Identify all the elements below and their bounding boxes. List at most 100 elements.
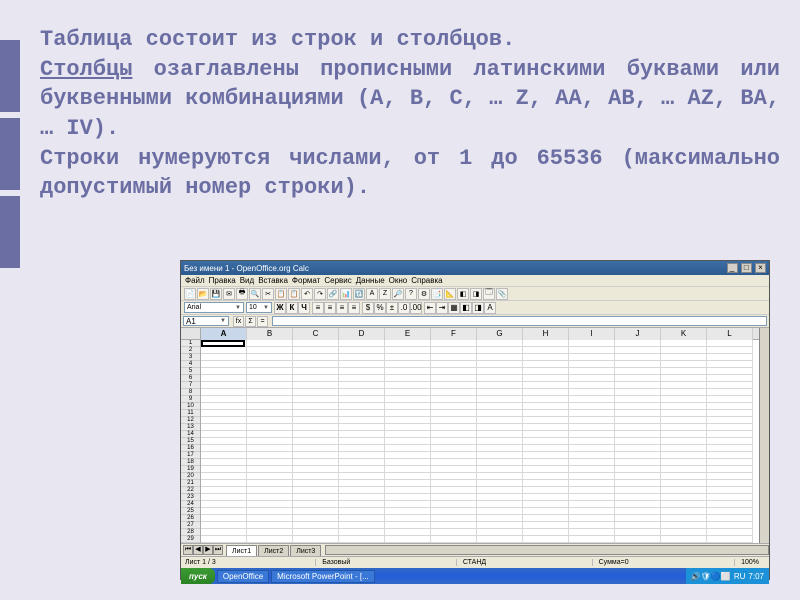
row-header-25[interactable]: 25 [181, 508, 200, 515]
tab-nav-0[interactable]: ⏮ [183, 545, 193, 555]
sheet-tab-Лист3[interactable]: Лист3 [290, 545, 321, 556]
row-header-11[interactable]: 11 [181, 410, 200, 417]
tray-icon-0[interactable]: 🔊 [691, 572, 701, 581]
sheet-tab-Лист2[interactable]: Лист2 [258, 545, 289, 556]
indent-button-1[interactable]: ⇥ [436, 302, 448, 314]
row-header-19[interactable]: 19 [181, 466, 200, 473]
row-header-17[interactable]: 17 [181, 452, 200, 459]
menu-Данные[interactable]: Данные [356, 276, 385, 285]
toolbar-button-0[interactable]: 📄 [184, 288, 196, 300]
column-header-I[interactable]: I [569, 328, 615, 340]
horizontal-scrollbar[interactable] [325, 545, 769, 555]
menu-Правка[interactable]: Правка [209, 276, 236, 285]
row-header-24[interactable]: 24 [181, 501, 200, 508]
minimize-button[interactable]: _ [727, 263, 738, 273]
fx-button-2[interactable]: = [257, 316, 268, 327]
cell-grid[interactable] [201, 340, 759, 543]
row-header-8[interactable]: 8 [181, 389, 200, 396]
column-header-D[interactable]: D [339, 328, 385, 340]
row-header-27[interactable]: 27 [181, 522, 200, 529]
toolbar-button-4[interactable]: 🖶 [236, 288, 248, 300]
toolbar-button-12[interactable]: 📊 [340, 288, 352, 300]
close-button[interactable]: × [755, 263, 766, 273]
row-header-23[interactable]: 23 [181, 494, 200, 501]
font-size-selector[interactable]: 10▼ [246, 302, 272, 313]
row-header-26[interactable]: 26 [181, 515, 200, 522]
column-header-A[interactable]: A [201, 328, 247, 340]
toolbar-button-14[interactable]: A [366, 288, 378, 300]
row-header-1[interactable]: 1 [181, 340, 200, 347]
number-button-4[interactable]: .00 [410, 302, 422, 314]
toolbar-button-6[interactable]: ✂ [262, 288, 274, 300]
number-button-3[interactable]: .0 [398, 302, 410, 314]
toolbar-button-19[interactable]: 📑 [431, 288, 443, 300]
toolbar-button-21[interactable]: ◧ [457, 288, 469, 300]
tab-nav-1[interactable]: ◀ [193, 545, 203, 555]
toolbar-button-15[interactable]: Z [379, 288, 391, 300]
selected-cell[interactable] [201, 340, 245, 347]
sheet-tab-Лист1[interactable]: Лист1 [226, 545, 257, 556]
align-button-0[interactable]: ≡ [312, 302, 324, 314]
tray-icon-1[interactable]: 🛡 [701, 572, 711, 581]
column-header-L[interactable]: L [707, 328, 753, 340]
row-header-10[interactable]: 10 [181, 403, 200, 410]
indent-button-5[interactable]: A [484, 302, 496, 314]
taskbar-item-0[interactable]: OpenOffice [217, 570, 269, 583]
column-header-G[interactable]: G [477, 328, 523, 340]
menu-Окно[interactable]: Окно [389, 276, 408, 285]
menu-Файл[interactable]: Файл [185, 276, 205, 285]
row-header-22[interactable]: 22 [181, 487, 200, 494]
align-button-3[interactable]: ≡ [348, 302, 360, 314]
toolbar-button-18[interactable]: ⚙ [418, 288, 430, 300]
toolbar-button-20[interactable]: 📐 [444, 288, 456, 300]
row-header-12[interactable]: 12 [181, 417, 200, 424]
column-header-F[interactable]: F [431, 328, 477, 340]
indent-button-0[interactable]: ⇤ [424, 302, 436, 314]
column-header-J[interactable]: J [615, 328, 661, 340]
formula-input[interactable] [272, 316, 767, 326]
row-header-15[interactable]: 15 [181, 438, 200, 445]
align-button-1[interactable]: ≡ [324, 302, 336, 314]
toolbar-button-1[interactable]: 📂 [197, 288, 209, 300]
toolbar-button-11[interactable]: 🔗 [327, 288, 339, 300]
fx-button-0[interactable]: fx [233, 316, 244, 327]
row-header-5[interactable]: 5 [181, 368, 200, 375]
toolbar-button-3[interactable]: ✉ [223, 288, 235, 300]
vertical-scrollbar[interactable] [759, 328, 769, 543]
column-header-K[interactable]: K [661, 328, 707, 340]
tray-icon-3[interactable]: ⬜ [721, 572, 731, 581]
menu-Вставка[interactable]: Вставка [258, 276, 288, 285]
toolbar-button-13[interactable]: 🔃 [353, 288, 365, 300]
number-button-2[interactable]: ± [386, 302, 398, 314]
row-header-29[interactable]: 29 [181, 536, 200, 543]
format-button-2[interactable]: Ч [298, 302, 310, 314]
row-header-3[interactable]: 3 [181, 354, 200, 361]
column-header-C[interactable]: C [293, 328, 339, 340]
row-header-6[interactable]: 6 [181, 375, 200, 382]
number-button-1[interactable]: % [374, 302, 386, 314]
toolbar-button-10[interactable]: ↷ [314, 288, 326, 300]
row-header-9[interactable]: 9 [181, 396, 200, 403]
number-button-0[interactable]: $ [362, 302, 374, 314]
row-header-20[interactable]: 20 [181, 473, 200, 480]
toolbar-button-23[interactable]: 🗔 [483, 288, 495, 300]
row-header-18[interactable]: 18 [181, 459, 200, 466]
row-header-2[interactable]: 2 [181, 347, 200, 354]
row-header-7[interactable]: 7 [181, 382, 200, 389]
row-header-28[interactable]: 28 [181, 529, 200, 536]
row-header-14[interactable]: 14 [181, 431, 200, 438]
fx-button-1[interactable]: Σ [245, 316, 256, 327]
indent-button-4[interactable]: ◨ [472, 302, 484, 314]
maximize-button[interactable]: □ [741, 263, 752, 273]
column-header-E[interactable]: E [385, 328, 431, 340]
row-header-21[interactable]: 21 [181, 480, 200, 487]
tray-icon-2[interactable]: 🔵 [711, 572, 721, 581]
row-header-4[interactable]: 4 [181, 361, 200, 368]
toolbar-button-5[interactable]: 🔍 [249, 288, 261, 300]
toolbar-button-22[interactable]: ◨ [470, 288, 482, 300]
menu-Справка[interactable]: Справка [411, 276, 442, 285]
format-button-1[interactable]: К [286, 302, 298, 314]
menu-Сервис[interactable]: Сервис [324, 276, 351, 285]
toolbar-button-24[interactable]: 📎 [496, 288, 508, 300]
tab-nav-3[interactable]: ⏭ [213, 545, 223, 555]
